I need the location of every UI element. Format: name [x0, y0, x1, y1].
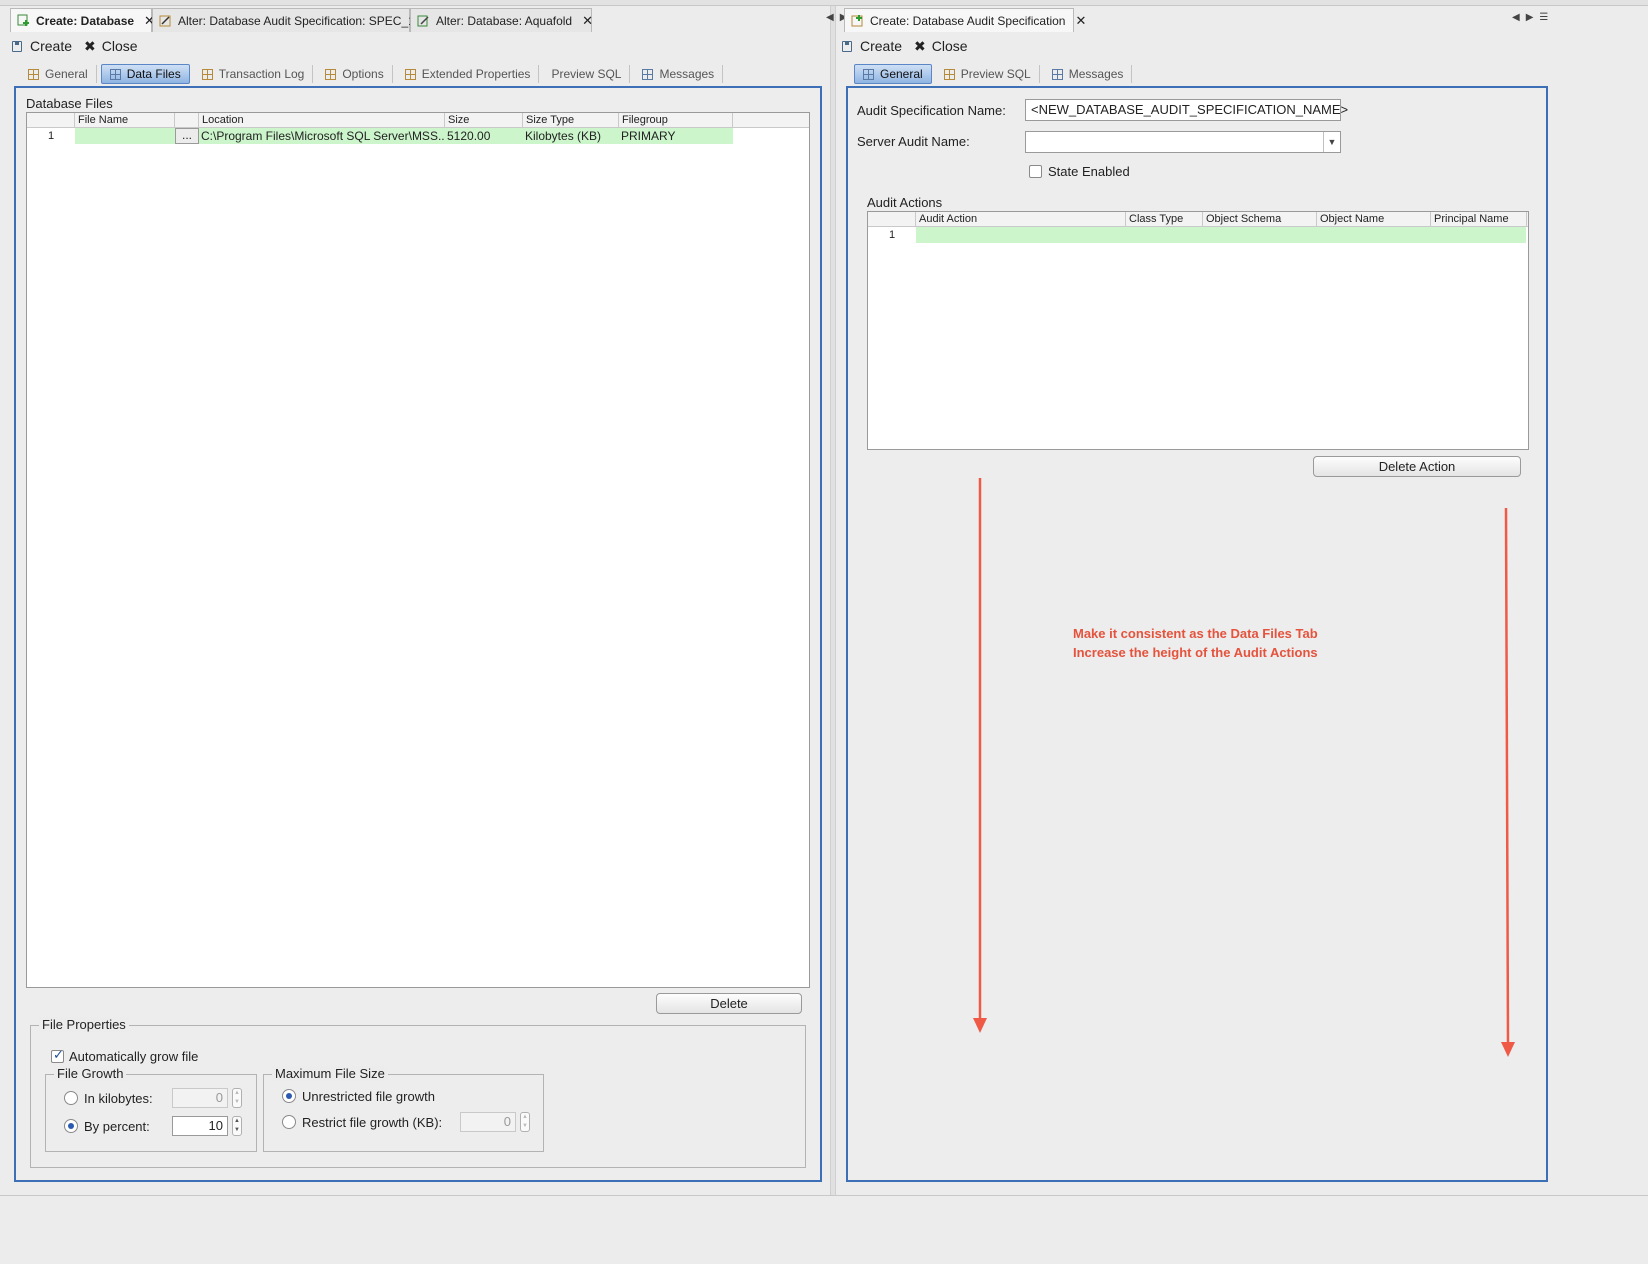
annotation-arrow-right [1504, 507, 1510, 1046]
status-bar [0, 1195, 1648, 1264]
annotation-note: Make it consistent as the Data Files Tab… [1073, 624, 1318, 662]
annotation-arrowhead-left [973, 1018, 987, 1033]
annotation-arrowhead-right [1501, 1042, 1515, 1057]
annotation-line: Increase the height of the Audit Actions [1073, 645, 1318, 660]
annotation-line: Make it consistent as the Data Files Tab [1073, 626, 1318, 641]
annotation-arrows [973, 478, 1515, 1057]
